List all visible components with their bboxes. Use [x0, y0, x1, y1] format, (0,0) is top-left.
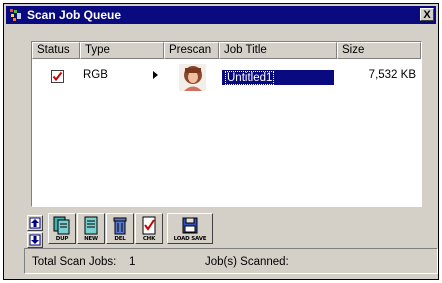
job-title-selection[interactable]: Untitled1 — [222, 70, 334, 85]
status-checkbox[interactable] — [51, 70, 64, 83]
arrow-up-icon — [29, 217, 41, 229]
window-title: Scan Job Queue — [27, 8, 122, 22]
column-header-status[interactable]: Status — [32, 42, 80, 59]
delete-label: DEL — [114, 236, 126, 242]
column-header-size[interactable]: Size — [337, 42, 421, 59]
trash-icon — [113, 217, 127, 235]
total-jobs-label: Total Scan Jobs: — [32, 256, 117, 268]
status-bar: Total Scan Jobs: 1 Job(s) Scanned: — [24, 248, 438, 274]
delete-button[interactable]: DEL — [106, 213, 134, 244]
app-icon — [10, 9, 21, 21]
column-header-type[interactable]: Type — [80, 42, 164, 59]
duplicate-icon — [53, 216, 70, 235]
check-document-icon — [142, 216, 156, 235]
job-list[interactable]: Status Type Prescan Job Title Size RGB U… — [31, 41, 422, 207]
duplicate-label: DUP — [55, 236, 69, 242]
jobs-scanned-label: Job(s) Scanned: — [205, 256, 289, 268]
total-jobs-value: 1 — [129, 256, 136, 268]
scan-job-queue-window: Scan Job Queue X Status Type Prescan Job… — [3, 3, 439, 280]
close-button[interactable]: X — [420, 8, 434, 21]
column-header-prescan[interactable]: Prescan — [164, 42, 219, 59]
floppy-disk-icon — [182, 217, 198, 234]
job-row[interactable]: RGB Untitled1 7,532 KB — [32, 61, 421, 91]
job-title[interactable]: Untitled1 — [225, 71, 275, 85]
load-save-button[interactable]: LOAD SAVE — [167, 213, 213, 244]
checkmark-icon — [52, 71, 63, 82]
job-type: RGB — [83, 69, 108, 81]
prescan-thumbnail[interactable] — [179, 64, 206, 91]
duplicate-button[interactable]: DUP — [48, 213, 76, 244]
new-document-icon — [84, 216, 98, 235]
check-label: CHK — [142, 236, 156, 242]
move-up-button[interactable] — [27, 215, 43, 231]
title-bar[interactable]: Scan Job Queue X — [6, 6, 436, 24]
column-header-job-title[interactable]: Job Title — [219, 42, 337, 59]
new-button[interactable]: NEW — [77, 213, 105, 244]
new-label: NEW — [84, 236, 98, 242]
check-button[interactable]: CHK — [135, 213, 163, 244]
job-size: 7,532 KB — [368, 69, 416, 81]
expand-arrow-icon[interactable] — [153, 71, 158, 79]
load-save-label: LOAD SAVE — [173, 236, 207, 242]
move-down-button[interactable] — [27, 232, 43, 248]
arrow-down-icon — [29, 234, 41, 246]
